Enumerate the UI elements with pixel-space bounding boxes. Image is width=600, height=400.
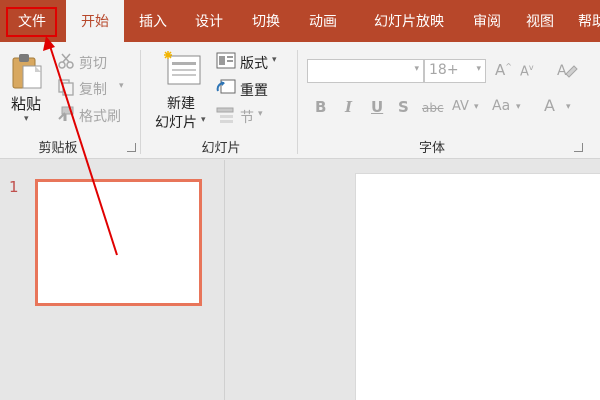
file-tab-highlight (6, 7, 57, 37)
svg-text:A: A (557, 63, 567, 79)
case-dropdown-icon[interactable]: ▾ (516, 102, 521, 112)
ribbon: 粘贴 ▾ 剪切 复制 ▾ 格式刷 剪贴板 新建 幻灯片 ▾ 版式 ▾ 重置 节 … (0, 42, 600, 159)
underline-button[interactable]: U (371, 98, 383, 116)
grow-font-icon[interactable]: A^ (495, 61, 512, 79)
slide-thumbnail[interactable] (35, 179, 202, 306)
copy-button[interactable]: 复制 (79, 79, 107, 99)
strikethrough-button[interactable]: abc (422, 101, 444, 115)
reset-icon (216, 79, 236, 94)
section-icon (216, 107, 234, 123)
character-spacing-button[interactable]: AV (452, 99, 469, 114)
clear-formatting-icon[interactable]: A (556, 60, 578, 80)
reset-button[interactable]: 重置 (240, 80, 268, 100)
slide-editor-area (226, 160, 600, 400)
slides-group-label: 幻灯片 (201, 141, 241, 156)
tab-design[interactable]: 设计 (182, 0, 236, 42)
tab-review[interactable]: 审阅 (462, 0, 512, 42)
tab-view[interactable]: 视图 (514, 0, 566, 42)
tab-insert[interactable]: 插入 (126, 0, 180, 42)
layout-icon (216, 52, 236, 69)
format-painter-button[interactable]: 格式刷 (79, 106, 121, 126)
text-shadow-button[interactable]: S (398, 98, 409, 116)
italic-button[interactable]: I (345, 98, 352, 116)
tab-slideshow[interactable]: 幻灯片放映 (356, 0, 462, 42)
scissors-icon (58, 53, 74, 69)
format-painter-icon (58, 106, 74, 121)
tab-transitions[interactable]: 切换 (238, 0, 294, 42)
font-color-dropdown-icon[interactable]: ▾ (566, 102, 571, 112)
slide-number: 1 (9, 178, 19, 196)
paste-dropdown-icon[interactable]: ▾ (24, 114, 29, 124)
new-slide-icon[interactable] (162, 50, 202, 88)
copy-dropdown-icon[interactable]: ▾ (119, 81, 124, 91)
tab-animations[interactable]: 动画 (296, 0, 350, 42)
new-slide-label-2[interactable]: 幻灯片 (155, 112, 197, 132)
copy-icon (58, 79, 74, 96)
shrink-font-icon[interactable]: Av (520, 63, 534, 79)
layout-dropdown-icon[interactable]: ▾ (272, 55, 277, 65)
new-slide-dropdown-icon[interactable]: ▾ (201, 115, 206, 125)
font-color-button[interactable]: A (544, 96, 555, 115)
font-dialog-launcher-icon[interactable] (574, 143, 583, 152)
new-slide-label-1[interactable]: 新建 (167, 93, 195, 113)
font-name-combobox[interactable]: ▾ (307, 59, 424, 83)
section-button[interactable]: 节 (240, 107, 254, 127)
tab-home[interactable]: 开始 (66, 0, 124, 42)
tab-help[interactable]: 帮助 (566, 0, 600, 42)
ribbon-tab-bar: 文件 开始 插入 设计 切换 动画 幻灯片放映 审阅 视图 帮助 (0, 0, 600, 42)
separator (297, 50, 298, 154)
font-size-dropdown-icon[interactable]: ▾ (476, 64, 481, 74)
font-size-value: 18+ (429, 62, 459, 78)
slide-canvas[interactable] (355, 173, 600, 400)
font-group-label: 字体 (418, 141, 445, 156)
clipboard-group-label: 剪贴板 (38, 141, 78, 156)
bold-button[interactable]: B (315, 98, 326, 116)
paste-button[interactable]: 粘贴 (11, 93, 41, 114)
clipboard-dialog-launcher-icon[interactable] (127, 143, 136, 152)
change-case-button[interactable]: Aa (492, 98, 510, 114)
slide-thumbnails-pane: 1 (0, 160, 225, 400)
cut-button[interactable]: 剪切 (79, 53, 107, 73)
paste-icon[interactable] (11, 52, 43, 90)
section-dropdown-icon[interactable]: ▾ (258, 109, 263, 119)
font-size-combobox[interactable]: 18+ ▾ (424, 59, 486, 83)
layout-button[interactable]: 版式 (240, 53, 268, 73)
separator (140, 50, 141, 154)
spacing-dropdown-icon[interactable]: ▾ (474, 102, 479, 112)
font-name-dropdown-icon[interactable]: ▾ (414, 64, 419, 74)
